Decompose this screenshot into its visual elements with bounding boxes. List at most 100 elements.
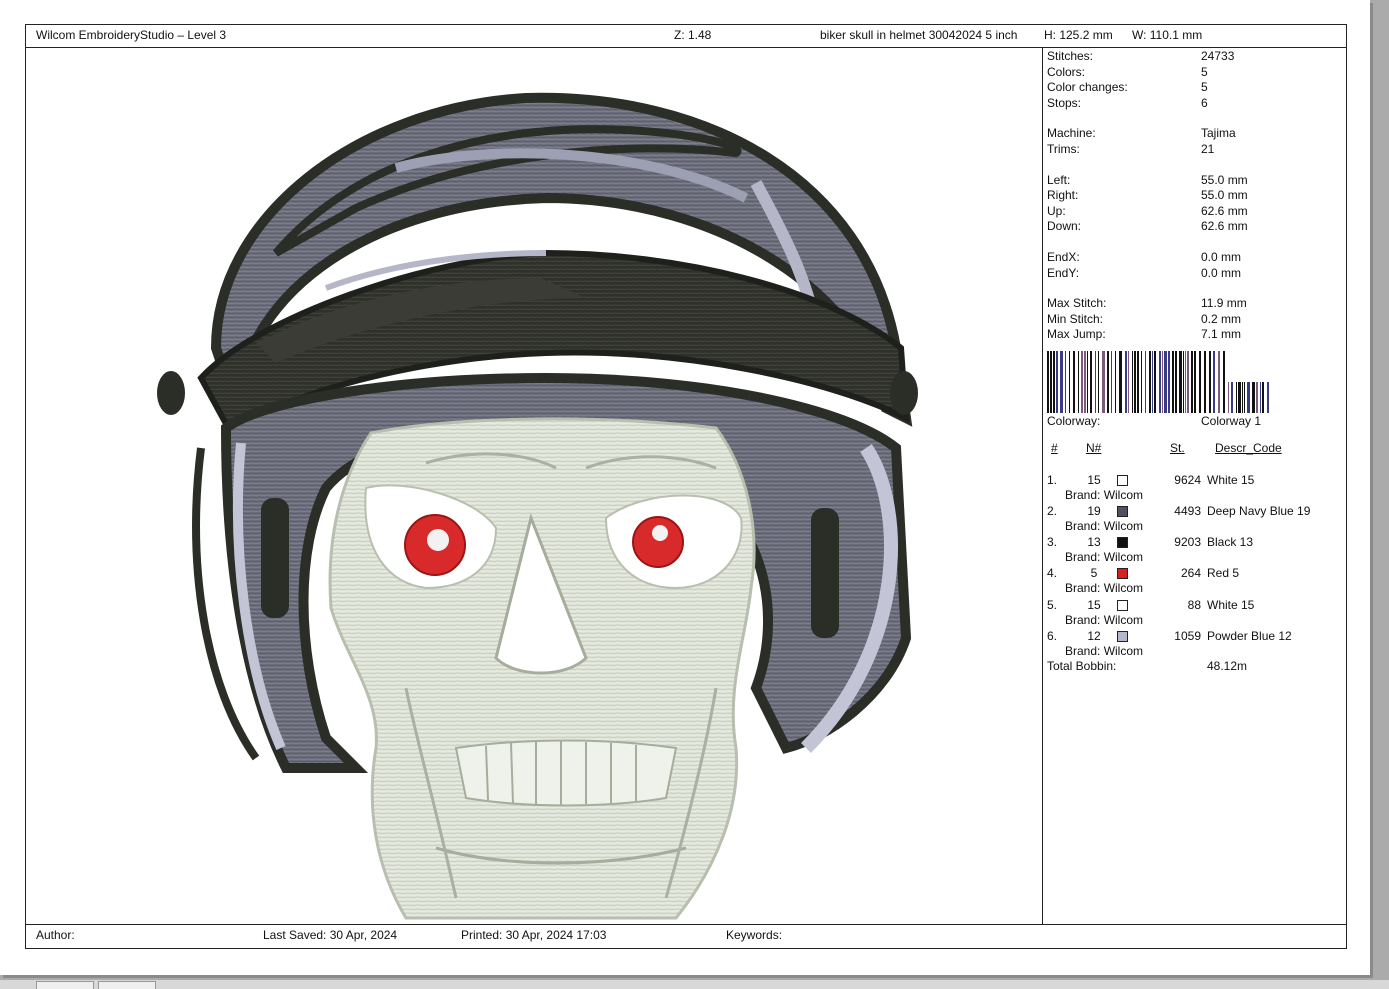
design-preview: [26, 48, 1042, 924]
stat-value: 0.0 mm: [1201, 249, 1242, 264]
thread-number: 19: [1087, 504, 1101, 519]
thread-description: Black 13: [1207, 535, 1254, 550]
stat-row: Machine: Tajima: [1047, 126, 1347, 142]
header-stitches: St.: [1170, 440, 1185, 455]
print-preview-page: Wilcom EmbroideryStudio – Level 3 Z: 1.4…: [0, 0, 1370, 975]
embroidery-design-image: [157, 92, 918, 920]
thread-stitches: 264: [1180, 566, 1201, 581]
thread-brand: Brand: Wilcom: [1065, 519, 1144, 534]
thread-stitches: 4493: [1174, 504, 1201, 519]
zoom-level: Z: 1.48: [674, 28, 712, 42]
thread-index: 6.: [1047, 628, 1058, 643]
thread-brand: Brand: Wilcom: [1065, 581, 1144, 596]
machine-stats: Machine: Tajima Trims: 21: [1047, 126, 1347, 157]
stat-label: Up:: [1047, 203, 1066, 218]
page-tab[interactable]: [36, 981, 94, 989]
thread-row: 2. 19 4493 Deep Navy Blue 19 Brand: Wilcom: [1047, 504, 1347, 535]
extent-stats: Left: 55.0 mm Right: 55.0 mm Up: 62.6 mm Do…: [1047, 173, 1347, 235]
thread-color-swatch: [1117, 506, 1128, 518]
thread-row: 3. 13 9203 Black 13 Brand: Wilcom: [1047, 535, 1347, 566]
stitch-length-stats: Max Stitch: 11.9 mm Min Stitch: 0.2 mm Max…: [1047, 296, 1347, 343]
eye-left: [404, 514, 466, 576]
thread-index: 4.: [1047, 566, 1058, 581]
stat-row: Colors: 5: [1047, 65, 1347, 81]
colorway-row: Colorway: Colorway 1: [1047, 413, 1347, 429]
stat-value: 7.1 mm: [1201, 327, 1242, 342]
page-tab[interactable]: [98, 981, 156, 989]
thread-color-swatch: [1117, 599, 1128, 611]
stat-label: Stitches:: [1047, 49, 1094, 63]
barcode-image: [1047, 350, 1337, 413]
colorway-label: Colorway:: [1047, 413, 1101, 428]
stat-label: Stops:: [1047, 95, 1082, 110]
footer-author: Author:: [36, 928, 75, 942]
stat-value: 5: [1201, 80, 1208, 95]
stat-value: 5: [1201, 64, 1208, 79]
header-number: N#: [1086, 440, 1102, 455]
thread-row: 6. 12 1059 Powder Blue 12 Brand: Wilcom: [1047, 629, 1347, 660]
stat-label: Color changes:: [1047, 80, 1128, 95]
stat-value: 0.0 mm: [1201, 265, 1242, 280]
stat-row: Right: 55.0 mm: [1047, 188, 1347, 204]
thread-index: 2.: [1047, 504, 1058, 519]
stat-value: 55.0 mm: [1201, 172, 1248, 187]
thread-color-swatch: [1117, 630, 1128, 642]
stat-value: 62.6 mm: [1201, 203, 1248, 218]
stat-value: Tajima: [1201, 126, 1236, 141]
stat-label: Max Stitch:: [1047, 296, 1107, 311]
thread-number: 13: [1087, 535, 1101, 550]
thread-table-header: # N# St. Descr_Code: [1047, 441, 1347, 457]
stat-row: Stitches: 24733: [1047, 49, 1347, 65]
design-height: H: 125.2 mm: [1044, 28, 1113, 42]
stat-value: 55.0 mm: [1201, 188, 1248, 203]
thread-color-swatch: [1117, 474, 1128, 486]
total-bobbin-row: Total Bobbin: 48.12m: [1047, 659, 1347, 675]
stat-row: Stops: 6: [1047, 96, 1347, 112]
thread-brand: Brand: Wilcom: [1065, 550, 1144, 565]
thread-list: 1. 15 9624 White 15 Brand: Wilcom 2. 19 4493 Dee…: [1047, 473, 1347, 660]
bobbin-value: 48.12m: [1207, 659, 1248, 674]
stat-row: EndY: 0.0 mm: [1047, 266, 1347, 282]
stat-row: EndX: 0.0 mm: [1047, 250, 1347, 266]
thread-brand: Brand: Wilcom: [1065, 612, 1144, 627]
thread-description: Red 5: [1207, 566, 1240, 581]
thread-index: 3.: [1047, 535, 1058, 550]
thread-brand: Brand: Wilcom: [1065, 487, 1144, 502]
stat-value: 6: [1201, 95, 1208, 110]
stat-row: Down: 62.6 mm: [1047, 219, 1347, 235]
worksheet-footer: Author: Last Saved: 30 Apr, 2024 Printed…: [26, 924, 1346, 948]
stat-row: Max Stitch: 11.9 mm: [1047, 296, 1347, 312]
stat-label: Max Jump:: [1047, 327, 1106, 342]
bobbin-label: Total Bobbin:: [1047, 659, 1117, 674]
thread-color-swatch: [1117, 537, 1128, 549]
thread-description: White 15: [1207, 597, 1255, 612]
stat-label: Machine:: [1047, 126, 1096, 141]
skull: [328, 417, 756, 920]
stat-label: Down:: [1047, 219, 1082, 234]
stat-value: 0.2 mm: [1201, 311, 1242, 326]
thread-description: Deep Navy Blue 19: [1207, 504, 1311, 519]
stat-label: Left:: [1047, 172, 1071, 187]
footer-last-saved: Last Saved: 30 Apr, 2024: [263, 928, 398, 942]
stat-label: Right:: [1047, 188, 1079, 203]
stat-label: EndX:: [1047, 249, 1080, 264]
thread-row: 5. 15 88 White 15 Brand: Wilcom: [1047, 598, 1347, 629]
thread-description: White 15: [1207, 472, 1255, 487]
thread-description: Powder Blue 12: [1207, 628, 1292, 643]
thread-number: 12: [1087, 628, 1101, 643]
end-stats: EndX: 0.0 mm EndY: 0.0 mm: [1047, 250, 1347, 281]
thread-number: 15: [1087, 472, 1101, 487]
panel-divider: [1042, 48, 1043, 924]
worksheet-header: Wilcom EmbroideryStudio – Level 3 Z: 1.4…: [26, 25, 1346, 48]
design-info-panel: Stitches: 24733 Colors: 5 Color changes: 5 …: [1047, 49, 1347, 675]
thread-stitches: 9624: [1174, 472, 1201, 487]
bottom-tab-strip: [0, 980, 1389, 989]
stat-value: 24733: [1201, 49, 1235, 63]
thread-row: 1. 15 9624 White 15 Brand: Wilcom: [1047, 473, 1347, 504]
stat-value: 62.6 mm: [1201, 219, 1248, 234]
thread-number: 15: [1087, 597, 1101, 612]
stat-label: Min Stitch:: [1047, 311, 1104, 326]
stat-label: Colors:: [1047, 64, 1086, 79]
thread-index: 1.: [1047, 472, 1058, 487]
header-description: Descr_Code: [1215, 440, 1282, 455]
